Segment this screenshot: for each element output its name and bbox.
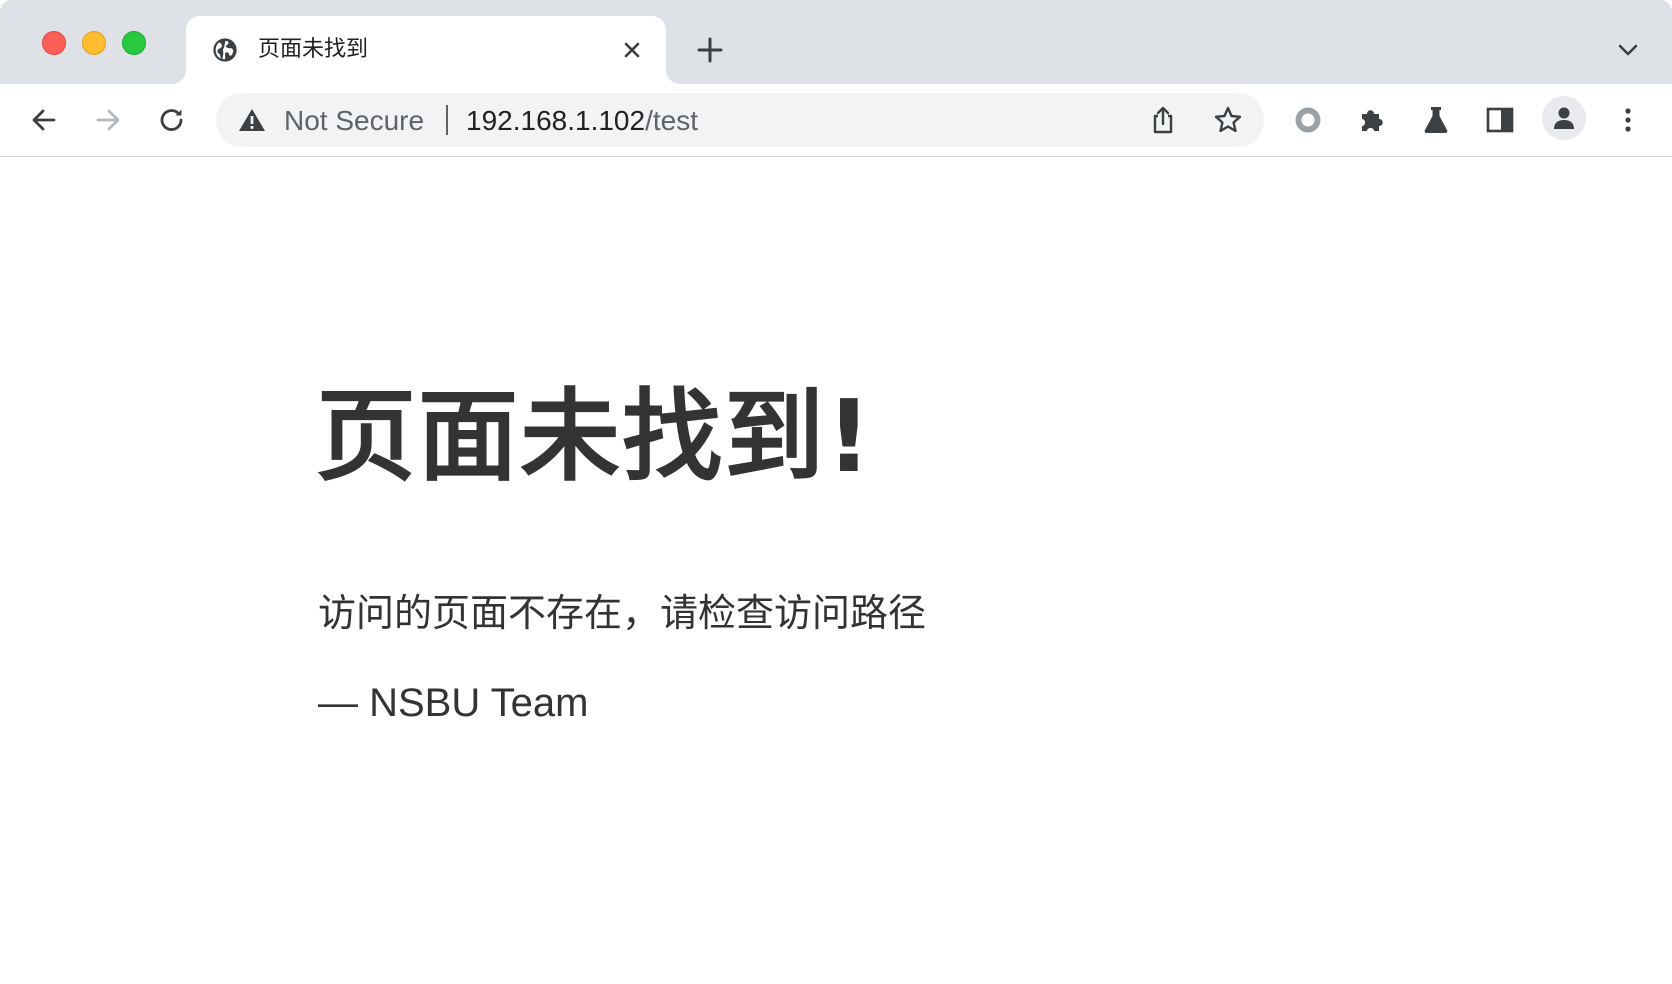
close-window-button[interactable] (42, 31, 66, 55)
page-title: 页面未找到! (316, 378, 874, 495)
zoom-window-button[interactable] (122, 31, 146, 55)
tab-strip: 页面未找到 (0, 0, 1672, 84)
kebab-menu-icon[interactable] (1610, 102, 1646, 138)
minimize-window-button[interactable] (82, 31, 106, 55)
address-bar[interactable]: Not Secure 192.168.1.102/test (216, 93, 1264, 147)
browser-toolbar: Not Secure 192.168.1.102/test (0, 84, 1672, 157)
profile-avatar-button[interactable] (1542, 96, 1586, 140)
share-icon[interactable] (1148, 104, 1178, 136)
back-arrow-icon[interactable] (26, 102, 62, 138)
forward-arrow-icon[interactable] (90, 102, 126, 138)
record-circle-icon[interactable] (1290, 102, 1326, 138)
page-content: 页面未找到! 访问的页面不存在，请检查访问路径 — NSBU Team (0, 157, 1672, 984)
puzzle-icon[interactable] (1354, 102, 1390, 138)
flask-icon[interactable] (1418, 102, 1454, 138)
warning-triangle-icon[interactable] (238, 107, 266, 133)
security-status-label[interactable]: Not Secure (284, 106, 424, 136)
globe-icon (213, 38, 237, 62)
error-message: 访问的页面不存在，请检查访问路径 (318, 591, 927, 635)
new-tab-plus-icon[interactable] (694, 34, 726, 66)
omnibox-divider (446, 105, 448, 135)
close-tab-icon[interactable] (618, 36, 646, 64)
browser-window: 页面未找到 Not Secure 192.168.1.102/test 页面未找… (0, 0, 1672, 984)
url-path: /test (645, 105, 698, 136)
bookmark-star-icon[interactable] (1212, 104, 1244, 136)
side-panel-icon[interactable] (1482, 102, 1518, 138)
url-text[interactable]: 192.168.1.102/test (466, 106, 698, 136)
reload-icon[interactable] (154, 102, 190, 138)
chevron-down-icon[interactable] (1614, 38, 1642, 62)
profile-icon (1554, 107, 1574, 129)
active-tab[interactable]: 页面未找到 (186, 16, 666, 84)
tab-title: 页面未找到 (258, 37, 369, 62)
team-signature: — NSBU Team (318, 681, 589, 725)
url-host: 192.168.1.102 (466, 105, 646, 136)
